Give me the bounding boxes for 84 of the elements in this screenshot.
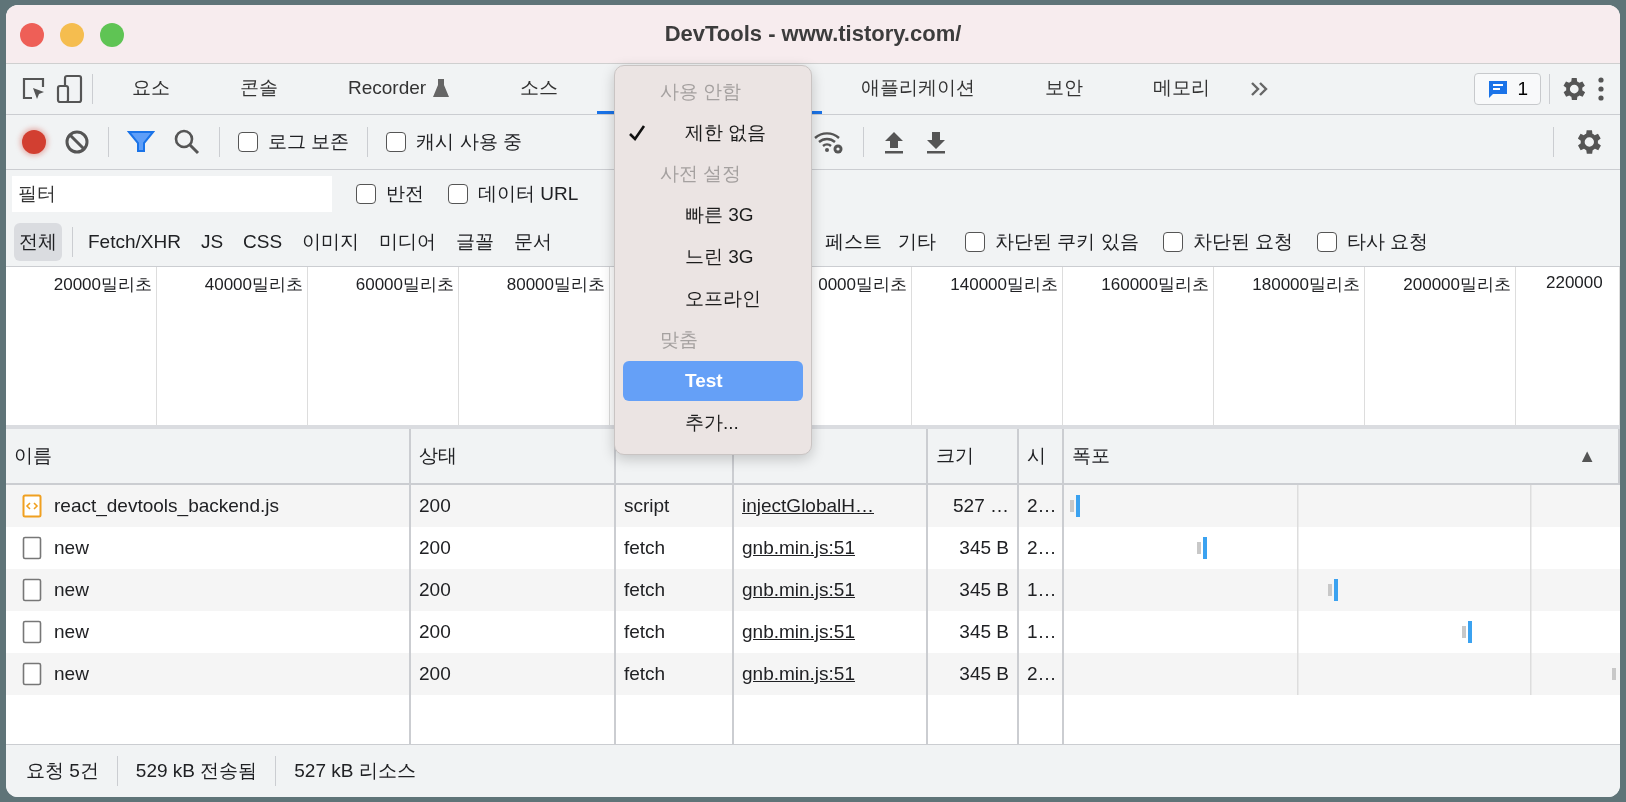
table-cell: 200 — [419, 579, 451, 601]
checkbox-label: 반전 — [386, 182, 424, 206]
type-filter-button[interactable]: 전체 — [14, 223, 62, 261]
table-cell: new — [54, 663, 89, 685]
checkbox-label: 타사 요청 — [1346, 230, 1429, 254]
panel-tab[interactable]: 소스 — [489, 64, 590, 114]
table-cell: 200 — [419, 663, 451, 685]
table-cell: fetch — [624, 579, 666, 601]
panel-tab[interactable]: 메모리 — [1122, 64, 1242, 114]
table-cell: 2… — [1027, 537, 1057, 559]
checkbox-label: 차단된 요청 — [1192, 230, 1293, 254]
panel-tab[interactable]: Recorder — [317, 64, 482, 114]
checkbox-label: 로그 보존 — [268, 130, 350, 154]
type-filter-button[interactable]: CSS — [238, 225, 288, 259]
table-cell: 2… — [1027, 663, 1057, 685]
initiator-link[interactable]: gnb.min.js:51 — [742, 663, 855, 685]
timeline-tick-label: 180000밀리초 — [1252, 274, 1360, 296]
checkbox-label: 차단된 쿠키 있음 — [995, 230, 1139, 254]
table-cell: 1… — [1027, 579, 1057, 601]
table-cell: 200 — [419, 537, 451, 559]
table-cell: new — [54, 621, 89, 643]
initiator-link[interactable]: gnb.min.js:51 — [742, 537, 855, 559]
menu-item[interactable]: 느린 3G — [623, 237, 803, 277]
timeline-tick-label: 20000밀리초 — [53, 274, 152, 296]
menu-section-header: 사용 안함 — [659, 80, 743, 104]
column-header[interactable]: 이름 — [14, 443, 52, 469]
timeline-tick-label: 200000밀리초 — [1403, 274, 1511, 296]
table-cell: 527 … — [953, 495, 1009, 517]
initiator-link[interactable]: gnb.min.js:51 — [742, 579, 855, 601]
type-filter-button[interactable]: JS — [195, 225, 229, 259]
timeline-tick-label: 140000밀리초 — [950, 274, 1058, 296]
table-cell: 345 B — [959, 579, 1009, 601]
table-cell: 345 B — [959, 663, 1009, 685]
menu-item[interactable]: 제한 없음 — [623, 113, 803, 153]
column-header[interactable]: 크기 — [936, 443, 974, 469]
panel-tab[interactable]: 보안 — [1014, 64, 1115, 114]
timeline-tick-label: 220000 — [1546, 273, 1603, 293]
status-text: 529 kB 전송됨 — [135, 759, 258, 783]
column-header[interactable]: 시 — [1027, 443, 1046, 469]
menu-section-header: 맞춤 — [659, 328, 699, 352]
filter-field[interactable]: 필터 — [12, 176, 332, 212]
issues-button[interactable]: 1 — [1474, 73, 1541, 105]
table-cell: new — [54, 579, 89, 601]
status-text: 527 kB 리소스 — [294, 759, 416, 783]
menu-item[interactable]: 추가... — [623, 403, 803, 443]
checkbox-label: 캐시 사용 중 — [416, 130, 522, 154]
table-cell: react_devtools_backend.js — [54, 495, 279, 517]
column-header[interactable]: 폭포 — [1072, 443, 1110, 469]
table-cell: 345 B — [959, 537, 1009, 559]
panel-tab[interactable]: 애플리케이션 — [830, 64, 1007, 114]
type-filter-button[interactable]: 페스트 — [820, 223, 887, 261]
table-cell: 345 B — [959, 621, 1009, 643]
menu-item[interactable]: 오프라인 — [623, 279, 803, 319]
sort-indicator[interactable]: ▲ — [1578, 445, 1596, 467]
panel-tab[interactable]: 요소 — [101, 64, 201, 114]
menu-item[interactable]: 빠른 3G — [623, 195, 803, 235]
type-filter-button[interactable]: Fetch/XHR — [83, 225, 186, 259]
menu-section-header: 사전 설정 — [659, 162, 743, 186]
table-cell: 1… — [1027, 621, 1057, 643]
type-filter-button[interactable]: 문서 — [509, 223, 558, 261]
status-text: 요청 5건 — [26, 759, 99, 783]
initiator-link[interactable]: gnb.min.js:51 — [742, 621, 855, 643]
table-cell: fetch — [624, 663, 666, 685]
table-cell: fetch — [624, 537, 666, 559]
type-filter-button[interactable]: 미디어 — [374, 223, 442, 261]
panel-tab[interactable]: 콘솔 — [209, 64, 309, 114]
timeline-tick-label: 40000밀리초 — [204, 274, 303, 296]
table-cell: 2… — [1027, 495, 1057, 517]
type-filter-button[interactable]: 기타 — [893, 223, 941, 261]
window-title: DevTools - www.tistory.com/ — [664, 21, 962, 47]
timeline-tick-label: 80000밀리초 — [506, 274, 605, 296]
timeline-tick-label: 0000밀리초 — [818, 274, 907, 296]
initiator-link[interactable]: injectGlobalH… — [742, 495, 874, 517]
table-cell: new — [54, 537, 89, 559]
timeline-tick-label: 60000밀리초 — [355, 274, 454, 296]
table-cell: fetch — [624, 621, 666, 643]
type-filter-button[interactable]: 글꼴 — [451, 223, 500, 261]
timeline-tick-label: 160000밀리초 — [1101, 274, 1209, 296]
table-cell: script — [624, 495, 670, 517]
table-cell: 200 — [419, 621, 451, 643]
checkbox-label: 데이터 URL — [478, 182, 579, 206]
column-header[interactable]: 상태 — [419, 443, 457, 469]
table-cell: 200 — [419, 495, 451, 517]
type-filter-button[interactable]: 이미지 — [297, 223, 365, 261]
